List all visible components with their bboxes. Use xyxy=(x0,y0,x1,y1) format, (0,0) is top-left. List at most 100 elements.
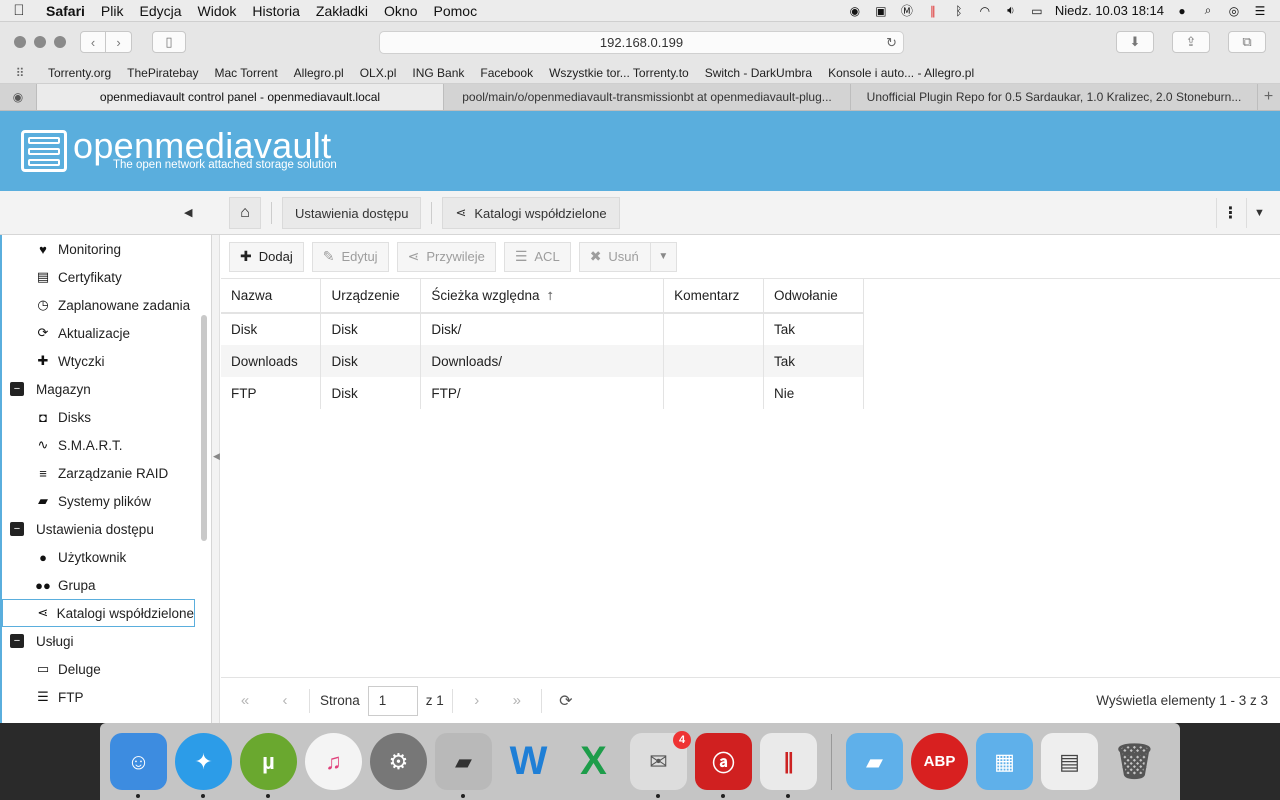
tab-eye-icon[interactable]: ◉ xyxy=(0,84,36,110)
column-header-comment[interactable]: Komentarz xyxy=(663,279,765,314)
collapse-icon[interactable]: − xyxy=(10,634,24,648)
sidebar-item-ftp[interactable]: ☰ FTP xyxy=(2,683,211,711)
collapse-sidebar-icon[interactable]: ◀ xyxy=(184,206,192,219)
eye-status-icon[interactable]: ◉ xyxy=(847,4,863,18)
tabs-overview-icon[interactable]: ⧉ xyxy=(1228,31,1266,53)
share-icon[interactable]: ⇪ xyxy=(1172,31,1210,53)
breadcrumb-shared-folders[interactable]: ⋖ Katalogi współdzielone xyxy=(442,197,620,229)
itunes-icon[interactable]: ♫ xyxy=(305,733,362,790)
menu-zakladki[interactable]: Zakładki xyxy=(308,3,376,19)
system-preferences-icon[interactable]: ⚙ xyxy=(370,733,427,790)
menu-okno[interactable]: Okno xyxy=(376,3,425,19)
parallels-icon[interactable]: ∥ xyxy=(760,733,817,798)
parallels-status-icon[interactable]: ∥ xyxy=(925,4,941,18)
bookmark-thepiratebay[interactable]: ThePiratebay xyxy=(119,66,206,80)
sidebar-scrollbar[interactable] xyxy=(201,315,207,541)
bookmark-olx[interactable]: OLX.pl xyxy=(352,66,405,80)
bookmark-wszystkie[interactable]: Wszystkie tor... Torrenty.to xyxy=(541,66,697,80)
close-window-button[interactable] xyxy=(14,36,26,48)
column-header-referenced[interactable]: Odwołanie xyxy=(763,279,864,314)
previous-page-icon[interactable]: ‹ xyxy=(265,692,305,709)
sidebar-group-uslugi[interactable]: − Usługi xyxy=(2,627,211,655)
spotlight-search-icon[interactable]: ⌕ xyxy=(1200,3,1216,18)
sidebar-item-deluge[interactable]: ▭ Deluge xyxy=(2,655,211,683)
tab-github-pool[interactable]: pool/main/o/openmediavault-transmissionb… xyxy=(443,84,850,110)
bookmark-allegro[interactable]: Allegro.pl xyxy=(286,66,352,80)
home-icon[interactable]: ⌂ xyxy=(229,197,261,229)
add-button[interactable]: ✚ Dodaj xyxy=(229,241,304,272)
bookmark-ing[interactable]: ING Bank xyxy=(404,66,472,80)
applications-folder-icon[interactable]: ▰ xyxy=(846,733,903,790)
sidebar-item-raid[interactable]: ≡ Zarządzanie RAID xyxy=(2,459,211,487)
edit-button[interactable]: ✎ Edytuj xyxy=(311,241,389,272)
bookmark-torrenty[interactable]: Torrenty.org xyxy=(40,66,119,80)
column-header-device[interactable]: Urządzenie xyxy=(320,279,422,314)
sidebar-group-magazyn[interactable]: − Magazyn xyxy=(2,375,211,403)
address-bar[interactable]: 192.168.0.199 ↻ xyxy=(379,31,904,54)
forward-button[interactable]: › xyxy=(106,31,132,53)
bookmark-mactorrent[interactable]: Mac Torrent xyxy=(207,66,286,80)
sidebar-item-systemy-plikow[interactable]: ▰ Systemy plików xyxy=(2,487,211,515)
acrobat-icon[interactable]: ⓐ xyxy=(695,733,752,798)
privileges-button[interactable]: ⋖ Przywileje xyxy=(396,241,496,272)
wifi-icon[interactable]: ◠ xyxy=(977,4,993,18)
trash-icon[interactable]: 🗑︎ xyxy=(1106,733,1163,790)
m-status-icon[interactable]: Ⓜ xyxy=(899,4,915,18)
bookmark-facebook[interactable]: Facebook xyxy=(472,66,541,80)
sidebar-item-smart[interactable]: ∿ S.M.A.R.T. xyxy=(2,431,211,459)
collapse-icon[interactable]: − xyxy=(10,382,24,396)
sidebar-toggle-icon[interactable]: ▯ xyxy=(152,31,186,53)
breadcrumb-access-settings[interactable]: Ustawienia dostępu xyxy=(282,197,422,229)
minimize-window-button[interactable] xyxy=(34,36,46,48)
column-header-relative-path[interactable]: Ścieżka względna ⭡ xyxy=(420,279,665,314)
column-header-name[interactable]: Nazwa xyxy=(221,279,322,314)
sidebar-item-zaplanowane-zadania[interactable]: ◷ Zaplanowane zadania xyxy=(2,291,211,319)
zoom-window-button[interactable] xyxy=(54,36,66,48)
downloads-icon[interactable]: ⬇ xyxy=(1116,31,1154,53)
splitter-arrow-icon[interactable]: ◀ xyxy=(213,451,220,462)
bookmark-konsole[interactable]: Konsole i auto... - Allegro.pl xyxy=(820,66,982,80)
sidebar-item-grupa[interactable]: ●● Grupa xyxy=(2,571,211,599)
mail-icon[interactable]: ✉ 4 xyxy=(630,731,691,798)
menu-widok[interactable]: Widok xyxy=(190,3,245,19)
tab-omv[interactable]: openmediavault control panel - openmedia… xyxy=(36,84,443,110)
user-account-icon[interactable]: ● xyxy=(1174,4,1190,18)
utorrent-icon[interactable]: µ xyxy=(240,733,297,798)
first-page-icon[interactable]: « xyxy=(225,692,265,709)
sidebar-item-monitoring[interactable]: ♥ Monitoring xyxy=(2,235,211,263)
collapse-icon[interactable]: − xyxy=(10,522,24,536)
menu-plik[interactable]: Plik xyxy=(93,3,132,19)
kebab-menu-icon[interactable]: ⋮ xyxy=(1216,198,1244,228)
menu-pomoc[interactable]: Pomoc xyxy=(426,3,486,19)
back-button[interactable]: ‹ xyxy=(80,31,106,53)
new-tab-icon[interactable]: + xyxy=(1257,84,1279,110)
windows-folder-icon[interactable]: ▦ xyxy=(976,733,1033,790)
delete-button[interactable]: ✖ Usuń ▼ xyxy=(578,241,677,272)
chevron-down-icon[interactable]: ▼ xyxy=(1246,198,1272,228)
bookmark-switch[interactable]: Switch - DarkUmbra xyxy=(697,66,820,80)
last-page-icon[interactable]: » xyxy=(497,692,537,709)
menu-historia[interactable]: Historia xyxy=(244,3,307,19)
notification-status-icon[interactable]: ▣ xyxy=(873,4,889,18)
menu-safari[interactable]: Safari xyxy=(38,3,93,19)
sidebar-item-aktualizacje[interactable]: ⟳ Aktualizacje xyxy=(2,319,211,347)
sidebar-item-disks[interactable]: ◘ Disks xyxy=(2,403,211,431)
sidebar-item-uzytkownik[interactable]: ● Użytkownik xyxy=(2,543,211,571)
screenshot-stack-icon[interactable]: ▤ xyxy=(1041,733,1098,790)
sidebar-group-ustawienia-dostepu[interactable]: − Ustawienia dostępu xyxy=(2,515,211,543)
volume-icon[interactable]: 🔉︎ xyxy=(1003,3,1019,18)
bluetooth-icon[interactable]: ᛒ xyxy=(951,4,967,18)
adblock-plus-icon[interactable]: ABP xyxy=(911,733,968,790)
clock[interactable]: Niedz. 10.03 18:14 xyxy=(1055,3,1164,18)
safari-icon[interactable]: ✦ xyxy=(175,733,232,798)
tab-plugin-repo[interactable]: Unofficial Plugin Repo for 0.5 Sardaukar… xyxy=(850,84,1257,110)
transmit-icon[interactable]: ▰ xyxy=(435,733,492,798)
siri-icon[interactable]: ◎ xyxy=(1226,4,1242,18)
refresh-icon[interactable]: ⟳ xyxy=(546,691,586,711)
sidebar-item-katalogi-wspoldzielone[interactable]: ⋖ Katalogi współdzielone xyxy=(2,599,195,627)
sidebar-item-wtyczki[interactable]: ✚ Wtyczki xyxy=(2,347,211,375)
table-row[interactable]: Downloads Disk Downloads/ Tak xyxy=(221,345,864,377)
reload-icon[interactable]: ↻ xyxy=(886,35,897,51)
menu-edycja[interactable]: Edycja xyxy=(131,3,189,19)
next-page-icon[interactable]: › xyxy=(457,692,497,709)
